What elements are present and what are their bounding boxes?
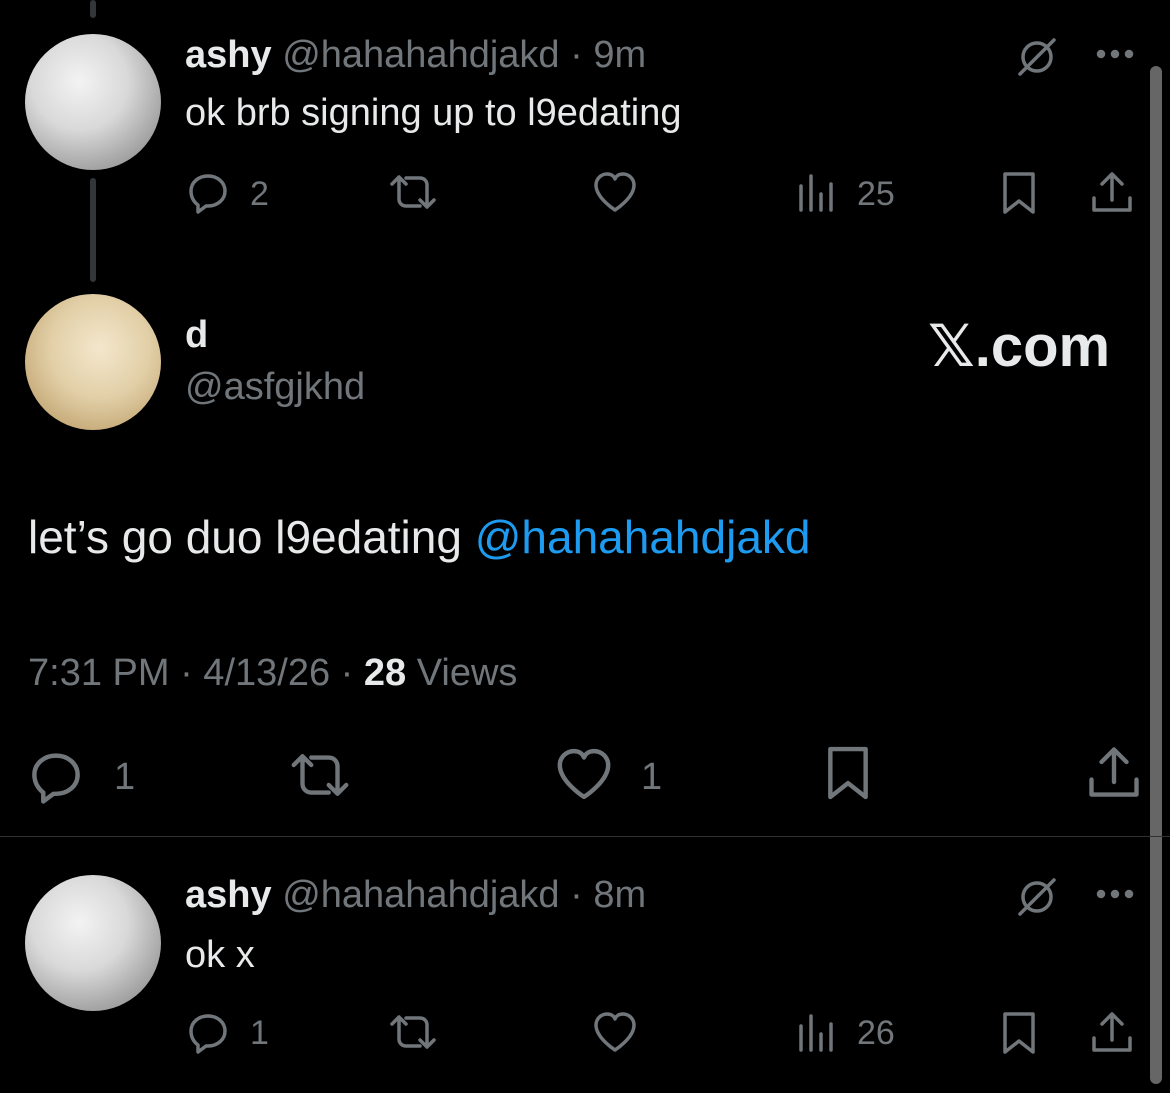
more-icon[interactable] [1094,887,1136,901]
avatar[interactable] [25,875,161,1011]
more-icon[interactable] [1094,47,1136,61]
views-icon[interactable] [796,1012,836,1054]
post-time[interactable]: 7:31 PM [28,652,170,694]
retweet-icon[interactable] [286,750,354,800]
scrollbar[interactable] [1150,66,1162,1084]
views-icon[interactable] [796,172,836,214]
author-handle[interactable]: @asfgjkhd [185,368,365,406]
author-name[interactable]: ashy [185,874,272,916]
divider [0,836,1170,837]
tweet-text: let’s go duo l9edating @hahahahdjakd [28,514,810,560]
author-handle[interactable]: @hahahahdjakd [282,874,559,916]
tweet-text: ok x [185,934,255,976]
reply-count: 1 [114,756,136,798]
author-handle[interactable]: @hahahahdjakd [282,34,559,76]
avatar[interactable] [25,34,161,170]
mention-link[interactable]: @hahahahdjakd [475,511,811,563]
author-name[interactable]: d [185,316,208,354]
timestamp[interactable]: · 8m [570,874,646,916]
grok-icon[interactable] [1014,874,1060,920]
author-name[interactable]: ashy [185,34,272,76]
reply-icon[interactable] [186,1010,230,1054]
views-label[interactable]: Views [417,652,518,694]
tweet-header: ashy @hahahahdjakd · 9m [185,36,646,74]
tweet-text-body: let’s go duo l9edating [28,511,475,563]
timestamp[interactable]: · 9m [570,34,646,76]
bookmark-icon[interactable] [999,170,1039,216]
brand-watermark: 𝕏.com [928,314,1111,379]
like-icon[interactable] [591,1010,639,1054]
post-meta: 7:31 PM · 4/13/26 · 28 Views [28,654,517,692]
share-icon[interactable] [1088,1008,1136,1056]
reply-count: 2 [250,175,269,213]
like-count: 1 [641,756,663,798]
bookmark-icon[interactable] [999,1010,1039,1056]
reply-icon[interactable] [186,170,230,214]
thread-line [90,178,96,282]
avatar[interactable] [25,294,161,430]
retweet-icon[interactable] [386,1012,440,1052]
bookmark-icon[interactable] [822,744,874,802]
views-count: 26 [857,1014,895,1052]
share-icon[interactable] [1084,742,1144,802]
post-date: · 4/13/26 · [180,652,354,694]
reply-icon[interactable] [28,748,84,804]
views-count: 28 [363,652,407,694]
like-icon[interactable] [553,746,615,802]
tweet-header: ashy @hahahahdjakd · 8m [185,876,646,914]
grok-icon[interactable] [1014,34,1060,80]
views-count: 25 [857,175,895,213]
reply-count: 1 [250,1014,269,1052]
share-icon[interactable] [1088,168,1136,216]
like-icon[interactable] [591,170,639,214]
tweet-text: ok brb signing up to l9edating [185,92,682,134]
retweet-icon[interactable] [386,172,440,212]
thread-line-top [90,0,96,18]
